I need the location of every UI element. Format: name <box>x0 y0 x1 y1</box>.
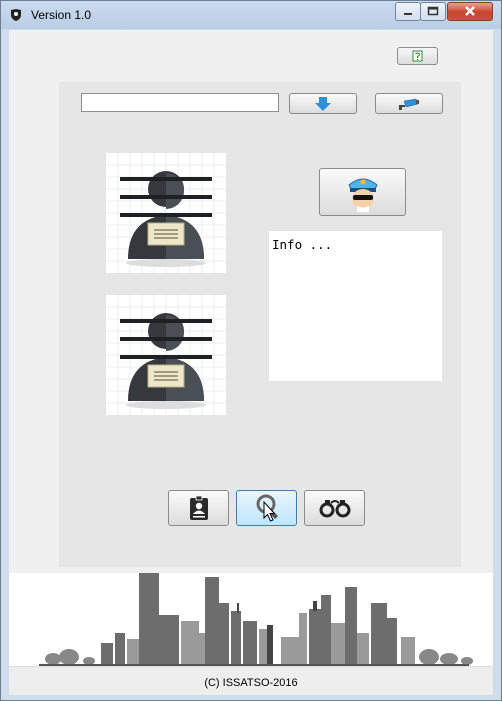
main-panel: Info ... <box>59 82 461 567</box>
download-button[interactable] <box>289 93 357 114</box>
close-button[interactable] <box>447 2 493 21</box>
city-skyline-image <box>9 573 493 668</box>
info-textarea[interactable]: Info ... <box>269 231 442 381</box>
search-suspect-button[interactable] <box>236 490 297 526</box>
suspect-photo-1 <box>106 153 226 273</box>
copyright-text: (C) ISSATSO-2016 <box>204 677 298 689</box>
police-officer-icon <box>347 178 378 212</box>
title-bar[interactable]: Version 1.0 <box>1 1 501 29</box>
suspect-mugshot-icon <box>106 295 226 415</box>
help-icon <box>412 50 423 62</box>
camera-button[interactable] <box>375 93 443 114</box>
window-title: Version 1.0 <box>31 8 92 22</box>
handcuffs-icon <box>319 500 350 518</box>
maximize-icon <box>427 6 439 16</box>
police-button[interactable] <box>319 168 406 216</box>
minimize-button[interactable] <box>395 2 421 21</box>
id-badge-icon <box>189 495 208 520</box>
security-camera-icon <box>399 98 419 110</box>
client-area: Info ... (C) ISSATSO-2016 <box>9 30 493 695</box>
suspect-mugshot-icon <box>106 153 226 273</box>
close-icon <box>465 6 475 16</box>
id-card-button[interactable] <box>168 490 229 526</box>
magnifier-cursor-icon <box>256 494 278 522</box>
maximize-button[interactable] <box>420 2 446 21</box>
help-button[interactable] <box>397 47 438 65</box>
shield-icon <box>11 9 21 21</box>
status-bar: (C) ISSATSO-2016 <box>9 666 493 695</box>
suspect-photo-2 <box>106 295 226 415</box>
search-input[interactable] <box>81 93 279 112</box>
arrow-down-icon <box>315 96 331 111</box>
main-window: Version 1.0 Info ... (C) ISSATSO-2016 <box>0 0 502 701</box>
minimize-icon <box>404 13 412 15</box>
handcuffs-button[interactable] <box>304 490 365 526</box>
